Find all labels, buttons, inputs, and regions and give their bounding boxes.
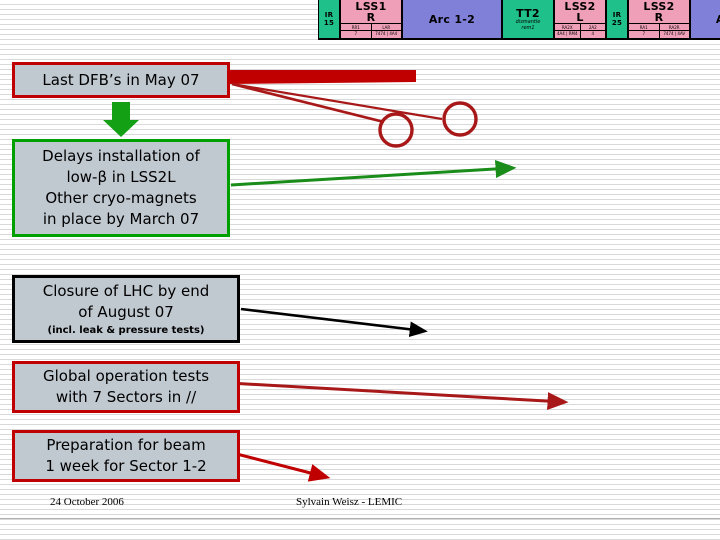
strip-segment-tt2: TT2 dismantle rem1: [502, 0, 554, 38]
strip-cell: 2A2 4: [580, 24, 605, 38]
dfb-pointer-bar: [228, 70, 416, 84]
strip-cell: RA2R 7474 | 4AV: [659, 24, 689, 38]
strip-segment-label: IR 15: [323, 11, 335, 27]
lhc-machine-strip: IR 15 LSS1 R RR1 7 LAR 7474 | 4A4 Arc 1-2 TT2 dism…: [318, 0, 720, 40]
delays-line-2: low-β in LSS2L: [66, 168, 176, 186]
strip-cell: RA2X 4A4 | RM4: [555, 23, 581, 38]
global-arrow: [228, 381, 569, 411]
callout-box-delays: Delays installation of low-β in LSS2L Ot…: [12, 139, 230, 237]
closure-line-2: of August 07: [78, 303, 174, 321]
last-dfb-text: Last DFB’s in May 07: [42, 70, 200, 89]
delays-arrow: [230, 160, 517, 187]
strip-segment-lss1r: LSS1 R RR1 7 LAR 7474 | 4A4: [340, 0, 402, 38]
closure-line-1: Closure of LHC by end: [42, 282, 210, 300]
footer-date: 24 October 2006: [50, 496, 124, 508]
green-down-arrow: [103, 102, 139, 137]
prep-line-2: 1 week for Sector 1-2: [45, 457, 207, 475]
strip-segment-lss2r: LSS2 R RA1 7 RA2R 7474 | 4AV: [628, 0, 690, 38]
strip-segment-label: IR 25: [611, 11, 623, 27]
callout-box-last-dfb: Last DFB’s in May 07: [12, 62, 230, 98]
delays-line-1: Delays installation of: [42, 147, 200, 165]
strip-segment-lss2l: LSS2 L RA2X 4A4 | RM4 2A2 4: [554, 0, 606, 38]
callout-box-global-tests: Global operation tests with 7 Sectors in…: [12, 361, 240, 413]
callout-circle-left: [378, 112, 414, 148]
footer-author: Sylvain Weisz - LEMIC: [296, 496, 403, 508]
strip-segment-arc23: Arc 2-3: [690, 0, 720, 38]
closure-arrow: [240, 307, 428, 338]
strip-segment-ir25: IR 25: [606, 0, 628, 38]
strip-segment-label: Arc 2-3: [716, 14, 720, 25]
strip-segment-cells: RA2X 4A4 | RM4 2A2 4: [555, 22, 605, 38]
callout-box-closure: Closure of LHC by end of August 07 (incl…: [12, 275, 240, 343]
callout-box-preparation: Preparation for beam 1 week for Sector 1…: [12, 430, 240, 482]
dfb-leader-line-2: [231, 82, 385, 124]
strip-segment-label: LSS2 L: [564, 0, 596, 24]
strip-segment-ir15-left: IR 15: [318, 0, 340, 38]
slide-canvas: IR 15 LSS1 R RR1 7 LAR 7474 | 4A4 Arc 1-2 TT2 dism…: [0, 0, 720, 540]
global-line-1: Global operation tests: [42, 367, 210, 385]
callout-circle-right: [442, 101, 478, 137]
global-line-2: with 7 Sectors in //: [55, 388, 197, 406]
footer-divider: [0, 518, 720, 519]
delays-line-3: Other cryo-magnets: [45, 189, 197, 207]
strip-segment-cells: RR1 7 LAR 7474 | 4A4: [341, 22, 401, 38]
strip-segment-label: LSS2 R: [643, 0, 675, 24]
strip-segment-cells: RA1 7 RA2R 7474 | 4AV: [629, 22, 689, 38]
closure-subtext: (incl. leak & pressure tests): [47, 325, 205, 336]
strip-cell: RA1 7: [629, 23, 660, 38]
strip-cell: LAR 7474 | 4A4: [371, 24, 401, 38]
prep-line-1: Preparation for beam: [46, 436, 206, 454]
prep-arrow: [228, 450, 331, 482]
strip-segment-label: TT2: [516, 6, 540, 20]
dfb-leader-line-1: [231, 82, 443, 121]
strip-segment-label: LSS1 R: [355, 0, 387, 24]
strip-segment-sublabel: dismantle rem1: [515, 18, 541, 31]
strip-segment-label: Arc 1-2: [428, 12, 476, 26]
strip-segment-arc12: Arc 1-2: [402, 0, 502, 38]
strip-cell: RR1 7: [341, 23, 372, 38]
delays-line-4: in place by March 07: [42, 210, 200, 228]
